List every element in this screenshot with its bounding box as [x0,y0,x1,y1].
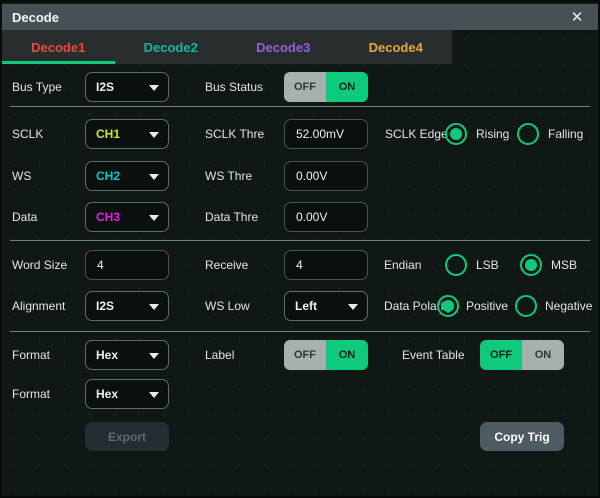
sclk-thre-input[interactable]: 52.00mV [284,119,368,149]
format-dropdown[interactable]: Hex [85,340,169,370]
bus-type-dropdown[interactable]: I2S [85,72,169,102]
format-label: Format [12,340,50,370]
receive-value: 4 [296,258,303,272]
chevron-down-icon [149,353,159,359]
bus-status-label: Bus Status [205,72,263,102]
word-size-input[interactable]: 4 [85,250,169,280]
close-icon[interactable]: ✕ [566,6,588,28]
export-button[interactable]: Export [85,422,169,451]
label-off[interactable]: OFF [284,340,326,370]
sclk-edge-rising-label[interactable]: Rising [476,119,509,149]
endian-msb-radio[interactable] [520,254,542,276]
alignment-label: Alignment [12,291,65,321]
ws-low-value: Left [295,299,317,313]
chevron-down-icon [149,392,159,398]
format-value: Hex [96,348,118,362]
chevron-down-icon [149,132,159,138]
data-thre-input[interactable]: 0.00V [284,202,368,232]
ws-low-dropdown[interactable]: Left [284,291,368,321]
endian-label: Endian [384,250,421,280]
sclk-edge-label: SCLK Edge [385,119,448,149]
receive-input[interactable]: 4 [284,250,368,280]
tab-decode1[interactable]: Decode1 [2,30,115,64]
event-table-toggle[interactable]: OFF ON [480,340,564,370]
chevron-down-icon [348,304,358,310]
title-bar: Decode ✕ [2,4,598,30]
word-size-value: 4 [97,258,104,272]
data-polarity-positive-radio[interactable] [437,295,459,317]
bus-type-value: I2S [96,80,114,94]
page-title: Decode [12,10,59,25]
format2-value: Hex [96,387,118,401]
sclk-edge-falling-label[interactable]: Falling [548,119,583,149]
ws-channel-value: CH2 [96,169,120,183]
word-size-label: Word Size [12,250,67,280]
endian-lsb-radio[interactable] [445,254,467,276]
event-table-label: Event Table [402,340,465,370]
data-polarity-negative-label[interactable]: Negative [545,291,592,321]
alignment-value: I2S [96,299,114,313]
divider [10,106,590,107]
divider [10,240,590,241]
chevron-down-icon [149,304,159,310]
ws-label: WS [12,161,31,191]
bus-status-on[interactable]: ON [326,72,368,102]
tab-decode2[interactable]: Decode2 [115,30,228,64]
data-thre-value: 0.00V [296,210,327,224]
bus-type-label: Bus Type [12,72,62,102]
format2-dropdown[interactable]: Hex [85,379,169,409]
copy-trig-button[interactable]: Copy Trig [480,422,564,451]
sclk-label: SCLK [12,119,43,149]
event-table-off[interactable]: OFF [480,340,522,370]
bus-status-toggle[interactable]: OFF ON [284,72,368,102]
event-table-on[interactable]: ON [522,340,564,370]
ws-channel-dropdown[interactable]: CH2 [85,161,169,191]
chevron-down-icon [149,174,159,180]
chevron-down-icon [149,215,159,221]
sclk-thre-label: SCLK Thre [205,119,264,149]
decode-tabstrip: Decode1 Decode2 Decode3 Decode4 [2,30,452,64]
data-channel-dropdown[interactable]: CH3 [85,202,169,232]
label-on[interactable]: ON [326,340,368,370]
bus-status-off[interactable]: OFF [284,72,326,102]
endian-msb-label[interactable]: MSB [551,250,577,280]
data-polarity-positive-label[interactable]: Positive [466,291,508,321]
data-label: Data [12,202,37,232]
data-polarity-negative-radio[interactable] [515,295,537,317]
tab-decode3[interactable]: Decode3 [227,30,340,64]
sclk-channel-dropdown[interactable]: CH1 [85,119,169,149]
tab-decode4[interactable]: Decode4 [340,30,453,64]
decode-dialog: Decode ✕ Decode1 Decode2 Decode3 Decode4… [0,0,600,498]
chevron-down-icon [149,85,159,91]
alignment-dropdown[interactable]: I2S [85,291,169,321]
endian-lsb-label[interactable]: LSB [476,250,499,280]
active-tab-underline [2,61,115,64]
label-toggle-label: Label [205,340,234,370]
ws-thre-value: 0.00V [296,169,327,183]
data-channel-value: CH3 [96,210,120,224]
divider [10,331,590,332]
ws-thre-label: WS Thre [205,161,252,191]
sclk-thre-value: 52.00mV [296,127,344,141]
sclk-edge-rising-radio[interactable] [445,123,467,145]
sclk-channel-value: CH1 [96,127,120,141]
ws-thre-input[interactable]: 0.00V [284,161,368,191]
format2-label: Format [12,379,50,409]
label-toggle[interactable]: OFF ON [284,340,368,370]
ws-low-label: WS Low [205,291,250,321]
receive-label: Receive [205,250,248,280]
sclk-edge-falling-radio[interactable] [517,123,539,145]
data-thre-label: Data Thre [205,202,258,232]
